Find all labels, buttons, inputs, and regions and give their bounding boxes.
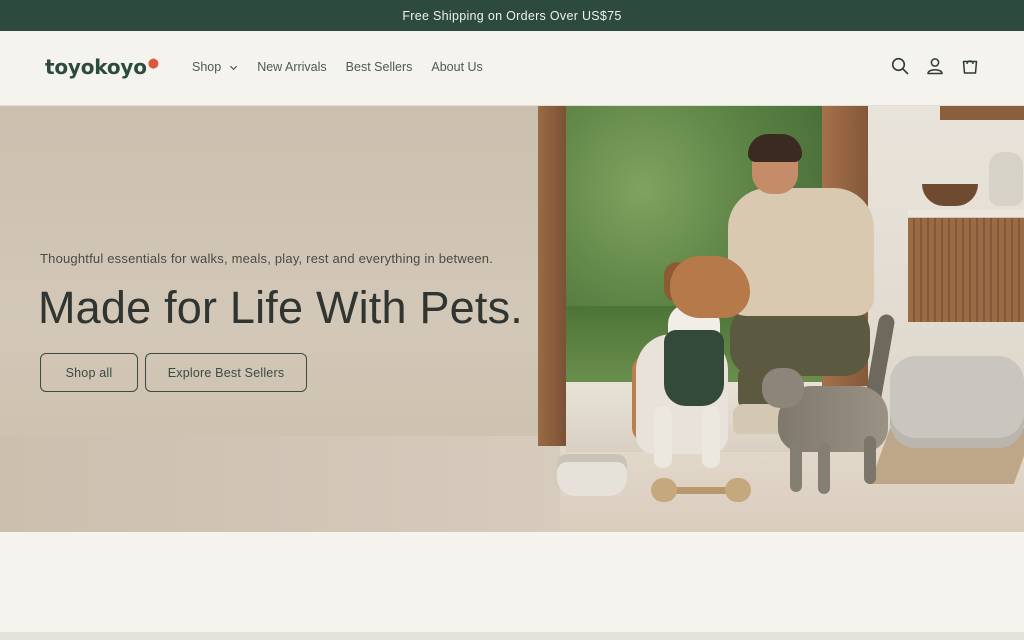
nav-item-label: Shop	[192, 60, 222, 74]
content-area	[0, 532, 1024, 632]
hero-image-dog	[654, 406, 672, 468]
announcement-text: Free Shipping on Orders Over US$75	[402, 8, 622, 23]
hero-image-cabinet	[908, 218, 1024, 322]
hero-image-rope-toy	[671, 487, 731, 494]
cart-icon[interactable]	[960, 56, 980, 76]
hero-image-rope-toy	[651, 478, 751, 502]
hero-image-pet-bowl	[557, 454, 627, 496]
announcement-bar: Free Shipping on Orders Over US$75	[0, 0, 1024, 31]
hero-image-person	[728, 188, 874, 316]
hero-image-shelf	[908, 210, 1024, 218]
hero-image-floor-shadow	[0, 436, 560, 532]
logo-text: toyokoyo	[45, 55, 147, 79]
section-divider	[0, 632, 1024, 640]
chevron-down-icon	[230, 65, 238, 70]
explore-best-sellers-button[interactable]: Explore Best Sellers	[145, 353, 307, 392]
hero-image-door-frame	[538, 106, 566, 446]
nav-item-label: About Us	[431, 60, 483, 74]
hero-image-dog-harness	[664, 330, 724, 406]
logo[interactable]: toyokoyo ●	[45, 55, 159, 79]
paw-icon: ●	[147, 55, 159, 71]
header-icons	[890, 56, 980, 76]
nav-item-about-us[interactable]: About Us	[431, 60, 482, 74]
hero-image-cat	[762, 368, 804, 408]
hero-image-rope-toy	[651, 478, 677, 502]
hero-image-vase	[989, 152, 1023, 206]
hero-image-dog	[702, 406, 720, 468]
nav-item-label: New Arrivals	[257, 60, 327, 74]
account-icon[interactable]	[925, 56, 945, 76]
nav-item-label: Best Sellers	[345, 60, 413, 74]
search-icon[interactable]	[890, 56, 910, 76]
main-nav: Shop New Arrivals Best Sellers About Us	[192, 60, 483, 74]
hero-image-cat	[790, 442, 802, 492]
hero-subtitle: Thoughtful essentials for walks, meals, …	[40, 251, 494, 266]
hero-image-rope-toy	[725, 478, 751, 502]
nav-item-best-sellers[interactable]: Best Sellers	[346, 60, 413, 74]
shop-all-button[interactable]: Shop all	[40, 353, 138, 392]
hero-image-cat	[818, 442, 830, 494]
hero-image-person	[748, 134, 802, 162]
nav-item-new-arrivals[interactable]: New Arrivals	[257, 60, 326, 74]
nav-item-shop[interactable]: Shop	[192, 60, 238, 74]
hero-image-dog	[670, 256, 750, 318]
hero-image-pet-bed	[890, 356, 1024, 448]
hero-headline: Made for Life With Pets.	[38, 282, 523, 333]
hero-image-cat	[864, 436, 876, 484]
hero-image-shelf	[940, 106, 1024, 120]
site-header: toyokoyo ● Shop New Arrivals Best Sellers…	[0, 31, 1024, 106]
hero-banner: Thoughtful essentials for walks, meals, …	[0, 106, 1024, 532]
